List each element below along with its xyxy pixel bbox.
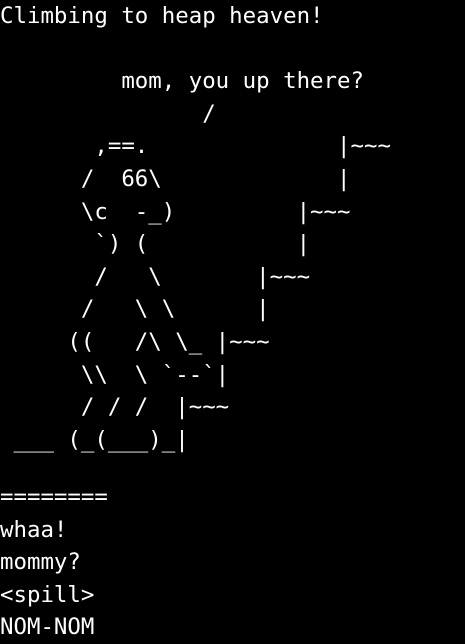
- output-line: <spill>: [0, 581, 95, 608]
- title-line: Climbing to heap heaven!: [0, 3, 324, 29]
- speech-pointer-line: /: [0, 100, 216, 127]
- ascii-art-line: (( /\ \_ |~~~: [0, 328, 270, 355]
- separator-line: ========: [0, 484, 108, 510]
- ascii-art-line: / \ \ |: [0, 296, 270, 323]
- console-window: Climbing to heap heaven! mom, you up the…: [0, 0, 465, 644]
- ascii-art-line: / 66\ |: [0, 165, 351, 192]
- console-output-block: ======== whaa! mommy? <spill> NOM-NOM: [0, 481, 465, 644]
- ascii-art-block: Climbing to heap heaven! mom, you up the…: [0, 0, 465, 456]
- ascii-art-line: \\ \ `--`|: [0, 361, 230, 388]
- ascii-art-line: `) ( |: [0, 231, 311, 258]
- ascii-art-line: / \ |~~~: [0, 263, 311, 290]
- speech-line: mom, you up there?: [0, 68, 364, 95]
- ascii-art-line: ___ (_(___)_|: [0, 426, 189, 453]
- output-line: whaa!: [0, 516, 68, 543]
- ascii-art-line: \c -_) |~~~: [0, 198, 351, 225]
- output-line: mommy?: [0, 549, 81, 576]
- output-line: NOM-NOM: [0, 614, 95, 641]
- ascii-art-line: / / / |~~~: [0, 394, 230, 421]
- ascii-art-line: ,==. |~~~: [0, 133, 391, 160]
